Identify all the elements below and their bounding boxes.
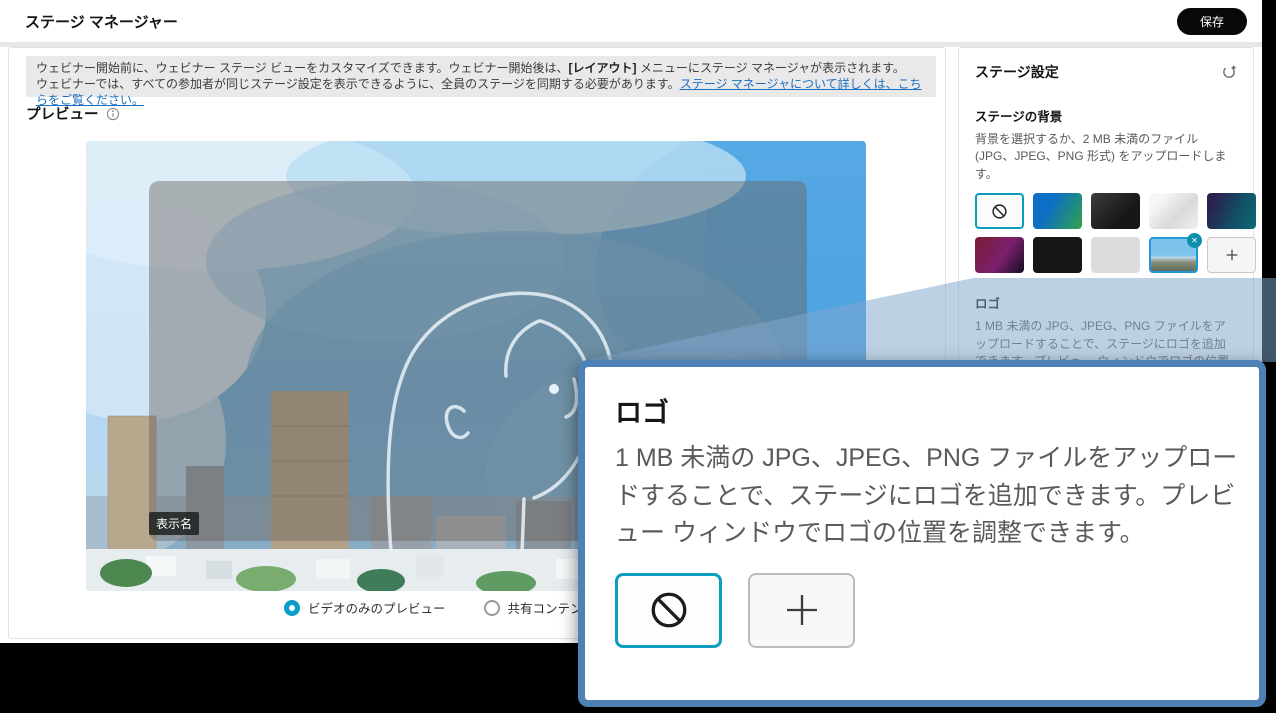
popup-logo-none-button[interactable]	[615, 573, 722, 648]
plus-icon	[1224, 247, 1240, 263]
background-thumbnail-white-swirl[interactable]	[1149, 193, 1198, 229]
popup-logo-upload-button[interactable]	[748, 573, 855, 648]
display-name-badge: 表示名	[149, 512, 199, 535]
popup-logo-buttons-row	[615, 573, 1229, 648]
background-thumbnail-city-photo-selected[interactable]: ✕	[1149, 237, 1198, 273]
background-thumbnail-blue-green-gradient[interactable]	[1033, 193, 1082, 229]
plus-icon	[782, 590, 822, 630]
info-icon[interactable]	[106, 107, 120, 121]
background-thumbnail-none[interactable]	[975, 193, 1024, 229]
radio-unselected-icon	[484, 600, 500, 616]
background-thumbnail-black[interactable]	[1033, 237, 1082, 273]
background-thumbnail-magenta-gradient[interactable]	[975, 237, 1024, 273]
background-thumbnail-light-gray[interactable]	[1091, 237, 1140, 273]
info-banner: ウェビナー開始前に、ウェビナー ステージ ビューをカスタマイズできます。ウェビナ…	[26, 56, 936, 97]
background-thumbnail-dark-wave[interactable]	[1091, 193, 1140, 229]
refresh-icon[interactable]	[1221, 64, 1237, 80]
popup-logo-desc: 1 MB 未満の JPG、JPEG、PNG ファイルをアップロードすることで、ス…	[615, 440, 1239, 553]
radio-video-only-preview[interactable]: ビデオのみのプレビュー	[284, 598, 446, 617]
preview-heading: プレビュー	[26, 103, 99, 124]
logo-zoom-callout: ロゴ 1 MB 未満の JPG、JPEG、PNG ファイルをアップロードすること…	[578, 360, 1266, 707]
background-thumbnail-grid: ✕	[975, 193, 1237, 273]
save-button[interactable]: 保存	[1177, 8, 1247, 35]
banner-line1-pre: ウェビナー開始前に、ウェビナー ステージ ビューをカスタマイズできます。ウェビナ…	[36, 61, 569, 75]
logo-heading: ロゴ	[975, 293, 1237, 312]
no-logo-icon	[648, 589, 690, 631]
page-title: ステージ マネージャー	[25, 11, 178, 32]
stage-background-heading: ステージの背景	[975, 106, 1237, 125]
no-background-icon	[991, 203, 1008, 220]
radio-video-only-label: ビデオのみのプレビュー	[308, 598, 446, 617]
remove-thumbnail-badge[interactable]: ✕	[1187, 233, 1202, 248]
banner-line1-post: メニューにステージ マネージャが表示されます。	[637, 61, 905, 75]
stage-background-desc: 背景を選択するか、2 MB 未満のファイル (JPG、JPEG、PNG 形式) …	[975, 131, 1237, 183]
background-upload-button[interactable]	[1207, 237, 1256, 273]
stage-settings-heading: ステージ設定	[975, 62, 1059, 82]
radio-selected-icon	[284, 600, 300, 616]
background-thumbnail-navy-teal-gradient[interactable]	[1207, 193, 1256, 229]
banner-layout-menu-ref: [レイアウト]	[569, 61, 637, 75]
popup-logo-heading: ロゴ	[615, 391, 1229, 430]
banner-line2: ウェビナーでは、すべての参加者が同じステージ設定を表示できるように、全員のステー…	[36, 77, 680, 91]
